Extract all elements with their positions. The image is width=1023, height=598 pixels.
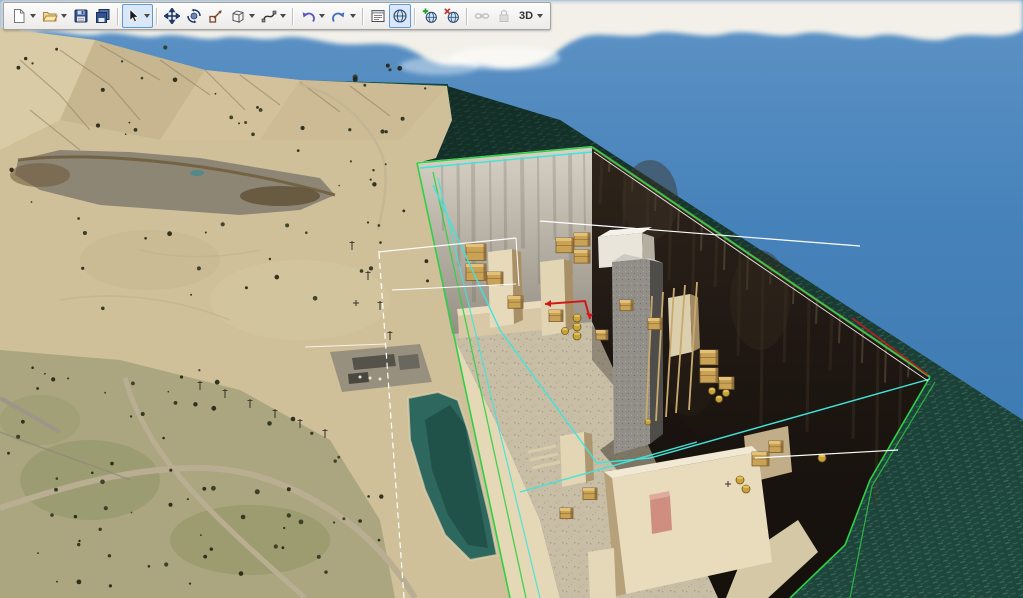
project-panel-button[interactable] [367,4,389,28]
world-add-icon [422,8,438,24]
open-file-button[interactable] [39,4,70,28]
save-all-icon [95,8,111,24]
toolbar-separator [117,8,119,25]
save-icon [73,8,89,24]
application-window: 3D [0,0,1023,598]
world-icon [392,8,408,24]
redo-button[interactable] [328,4,359,28]
undo-icon [300,8,316,24]
toolbar-separator [156,8,158,25]
dropdown-arrow-icon [319,14,325,18]
toolbar-separator [466,8,468,25]
new-file-icon [11,8,27,24]
save-button[interactable] [70,4,92,28]
lock-icon [496,8,512,24]
undo-button[interactable] [297,4,328,28]
add-to-world-button[interactable] [419,4,441,28]
remove-from-world-button[interactable] [441,4,463,28]
panel-icon [370,8,386,24]
scale-icon [208,8,224,24]
world-remove-icon [444,8,460,24]
rotate-icon [186,8,202,24]
dropdown-arrow-icon [280,14,286,18]
view-mode-label: 3D [518,8,534,24]
dropdown-arrow-icon [537,14,543,18]
toolbar-separator [362,8,364,25]
dropdown-arrow-icon [350,14,356,18]
main-toolbar: 3D [3,2,551,30]
select-tool-button[interactable] [122,4,153,28]
save-all-button[interactable] [92,4,114,28]
concrete-pillar [612,254,663,454]
world-view-button[interactable] [389,4,411,28]
scale-tool-button[interactable] [205,4,227,28]
dropdown-arrow-icon [144,14,150,18]
bounds-tool-button[interactable] [227,4,258,28]
pointer-icon [125,8,141,24]
viewport-3d-scene[interactable] [0,0,1023,598]
toolbar-separator [414,8,416,25]
spline-icon [261,8,277,24]
open-folder-icon [42,8,58,24]
dropdown-arrow-icon [61,14,67,18]
toolbar-separator [292,8,294,25]
pink-wall [650,496,672,534]
spline-tool-button[interactable] [258,4,289,28]
redo-icon [331,8,347,24]
link-icon [474,8,490,24]
bounds-box-icon [230,8,246,24]
terrain [0,28,510,598]
move-tool-button[interactable] [161,4,183,28]
rotate-tool-button[interactable] [183,4,205,28]
dropdown-arrow-icon [30,14,36,18]
lock-button [493,4,515,28]
view-mode-button[interactable]: 3D [515,4,546,28]
link-button [471,4,493,28]
dropdown-arrow-icon [249,14,255,18]
new-file-button[interactable] [8,4,39,28]
move-icon [164,8,180,24]
